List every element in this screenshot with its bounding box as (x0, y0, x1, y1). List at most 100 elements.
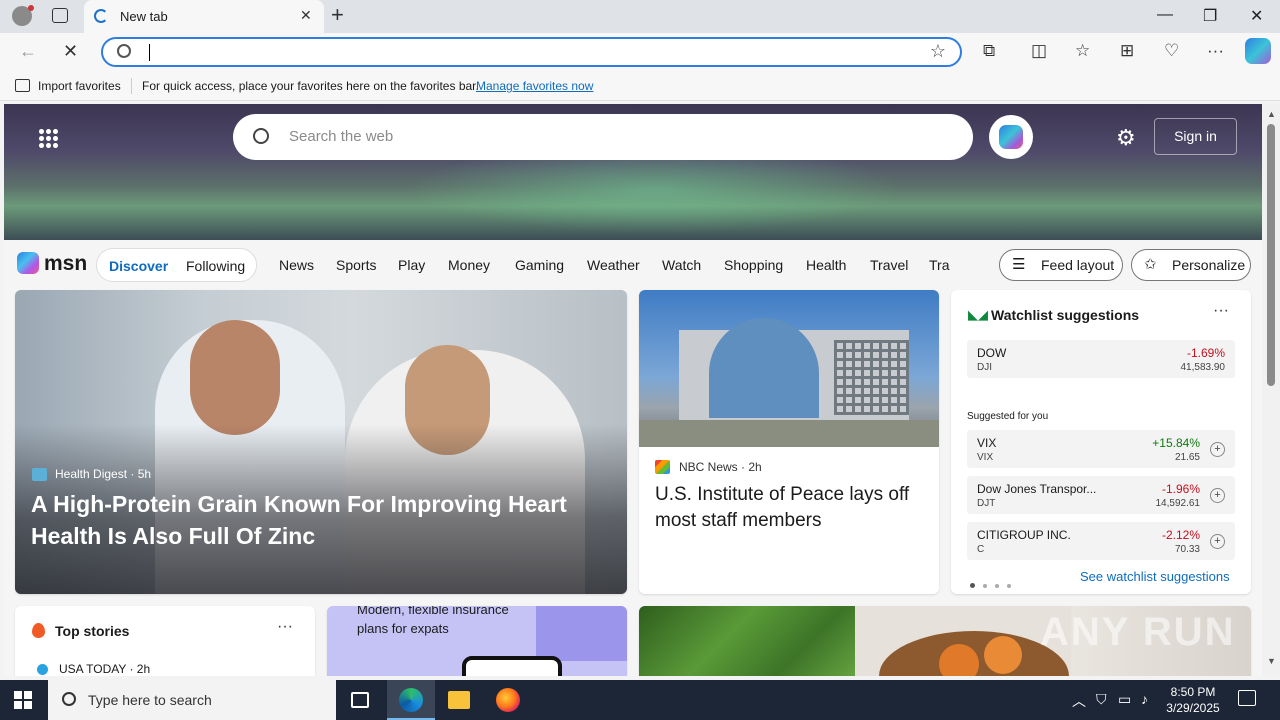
msn-nav-bar: msn Discover Following News Sports Play … (4, 240, 1262, 290)
chart-trend-icon: ◣◢ (968, 307, 988, 322)
sign-in-button[interactable]: Sign in (1154, 118, 1237, 155)
network-icon[interactable]: ▭ (1118, 691, 1131, 708)
watchlist-title: Watchlist suggestions (991, 307, 1140, 323)
hero-story-card[interactable]: Health Digest · 5h A High-Protein Grain … (15, 290, 627, 594)
tab-new-tab[interactable]: New tab ✕ (84, 0, 324, 33)
carousel-dots[interactable] (970, 575, 1019, 593)
carousel-dot[interactable] (1007, 584, 1011, 588)
personalize-button[interactable]: ✩ Personalize (1131, 249, 1251, 281)
import-icon (15, 79, 30, 92)
file-explorer-button[interactable] (435, 680, 483, 720)
top-stories-title: Top stories (55, 623, 130, 639)
more-options-icon[interactable]: ··· (277, 618, 293, 636)
stock-row[interactable]: Dow Jones Transpor... DJT -1.96% 14,592.… (967, 476, 1235, 514)
firefox-button[interactable] (484, 680, 532, 720)
restore-button[interactable]: ❐ (1203, 6, 1217, 26)
minimize-button[interactable]: — (1157, 6, 1173, 24)
more-options-icon[interactable]: ··· (1213, 302, 1229, 320)
settings-gear-icon[interactable]: ⚙ (1116, 125, 1136, 151)
hero-background: Search the web ⚙ Sign in (4, 104, 1262, 240)
nav-traffic[interactable]: Tra (929, 257, 949, 273)
scroll-down-arrow-icon[interactable]: ▼ (1267, 656, 1276, 666)
manage-favorites-link[interactable]: Manage favorites now (476, 79, 593, 93)
volume-icon[interactable]: ♪ (1141, 691, 1148, 707)
tab-discover[interactable]: Discover (109, 258, 168, 274)
taskbar-clock[interactable]: 8:50 PM 3/29/2025 (1155, 684, 1231, 716)
page-scrollbar[interactable]: ▲ ▼ (1262, 104, 1280, 676)
address-bar[interactable]: ☆ (101, 37, 962, 67)
news-story-card[interactable]: NBC News · 2h U.S. Institute of Peace la… (639, 290, 939, 594)
notification-icon[interactable] (1238, 690, 1256, 706)
stock-change: -2.12% (1161, 528, 1200, 542)
tab-actions-icon[interactable] (52, 8, 68, 23)
see-watchlist-link[interactable]: See watchlist suggestions (1080, 569, 1230, 584)
msn-logo-icon[interactable] (17, 252, 39, 274)
add-to-watchlist-icon[interactable]: + (1210, 488, 1225, 503)
nav-news[interactable]: News (279, 257, 314, 273)
stock-row[interactable]: CITIGROUP INC. C -2.12% 70.33 + (967, 522, 1235, 560)
import-favorites-button[interactable]: Import favorites (38, 79, 121, 93)
nav-play[interactable]: Play (398, 257, 425, 273)
device-image (462, 656, 562, 676)
doctor-head (190, 320, 280, 435)
nav-travel[interactable]: Travel (870, 257, 908, 273)
nav-weather[interactable]: Weather (587, 257, 640, 273)
start-windows-icon[interactable] (14, 691, 32, 709)
folder-icon (448, 691, 470, 709)
copilot-icon[interactable] (1245, 38, 1271, 64)
add-to-watchlist-icon[interactable]: + (1210, 534, 1225, 549)
tab-close-icon[interactable]: ✕ (300, 7, 312, 24)
story-headline[interactable]: U.S. Institute of Peace lays off most st… (655, 482, 925, 534)
stock-name: DOW (977, 346, 1007, 360)
app-launcher-icon[interactable] (38, 128, 58, 148)
close-window-button[interactable]: ✕ (1250, 6, 1263, 26)
extensions-icon[interactable]: ⧉ (983, 41, 995, 61)
nav-sports[interactable]: Sports (336, 257, 376, 273)
carousel-dot[interactable] (995, 584, 999, 588)
new-tab-button[interactable]: + (331, 3, 344, 27)
chevron-up-icon[interactable]: ︿ (1072, 691, 1086, 711)
msn-logo[interactable]: msn (44, 252, 87, 276)
stock-name: Dow Jones Transpor... (977, 482, 1097, 496)
scroll-up-arrow-icon[interactable]: ▲ (1267, 109, 1276, 119)
nav-shopping[interactable]: Shopping (724, 257, 783, 273)
nbc-logo-icon (655, 460, 670, 474)
story-headline[interactable]: A High-Protein Grain Known For Improving… (31, 488, 611, 552)
feed-layout-button[interactable]: ☰ Feed layout (999, 249, 1123, 281)
back-arrow-icon[interactable]: ← (19, 41, 37, 62)
browser-essentials-icon[interactable]: ♡ (1164, 41, 1179, 61)
stock-change: -1.96% (1161, 482, 1200, 496)
nav-health[interactable]: Health (806, 257, 846, 273)
taskbar-search-box[interactable]: Type here to search (48, 680, 336, 720)
usa-today-logo-icon (37, 664, 48, 675)
web-search-box[interactable]: Search the web (233, 114, 973, 160)
security-icon[interactable]: ⛉ (1096, 691, 1107, 708)
favorite-star-icon[interactable]: ☆ (930, 41, 946, 62)
add-to-watchlist-icon[interactable]: + (1210, 442, 1225, 457)
flame-icon (32, 623, 45, 638)
carousel-dot[interactable] (970, 583, 975, 588)
nav-watch[interactable]: Watch (662, 257, 701, 273)
windows-taskbar: Type here to search ︿ ⛉ ▭ ♪ 8:50 PM 3/29… (0, 680, 1280, 720)
nav-gaming[interactable]: Gaming (515, 257, 564, 273)
collections-icon[interactable]: ⊞ (1120, 41, 1134, 61)
stock-price: 14,592.61 (1155, 498, 1201, 509)
copilot-button[interactable] (989, 115, 1033, 159)
stock-row[interactable]: VIX VIX +15.84% 21.65 + (967, 430, 1235, 468)
nav-money[interactable]: Money (448, 257, 490, 273)
browser-toolbar: ← ✕ ☆ ⧉ ◫ ☆ ⊞ ♡ ··· (0, 33, 1280, 71)
stock-row[interactable]: DOW DJI -1.69% 41,583.90 (967, 340, 1235, 378)
task-view-button[interactable] (336, 680, 384, 720)
edge-taskbar-button[interactable] (387, 680, 435, 720)
ad-card[interactable]: Modern, flexible insurance plans for exp… (327, 606, 627, 676)
stop-loading-icon[interactable]: ✕ (63, 41, 78, 62)
tab-following[interactable]: Following (186, 258, 245, 274)
favorites-icon[interactable]: ☆ (1075, 41, 1090, 61)
suggested-label: Suggested for you (967, 411, 1049, 422)
building-windows (834, 340, 909, 415)
split-screen-icon[interactable]: ◫ (1031, 41, 1047, 61)
carousel-dot[interactable] (983, 584, 987, 588)
scrollbar-thumb[interactable] (1267, 124, 1275, 386)
more-menu-icon[interactable]: ··· (1207, 41, 1224, 61)
story-source: NBC News · 2h (679, 460, 762, 474)
